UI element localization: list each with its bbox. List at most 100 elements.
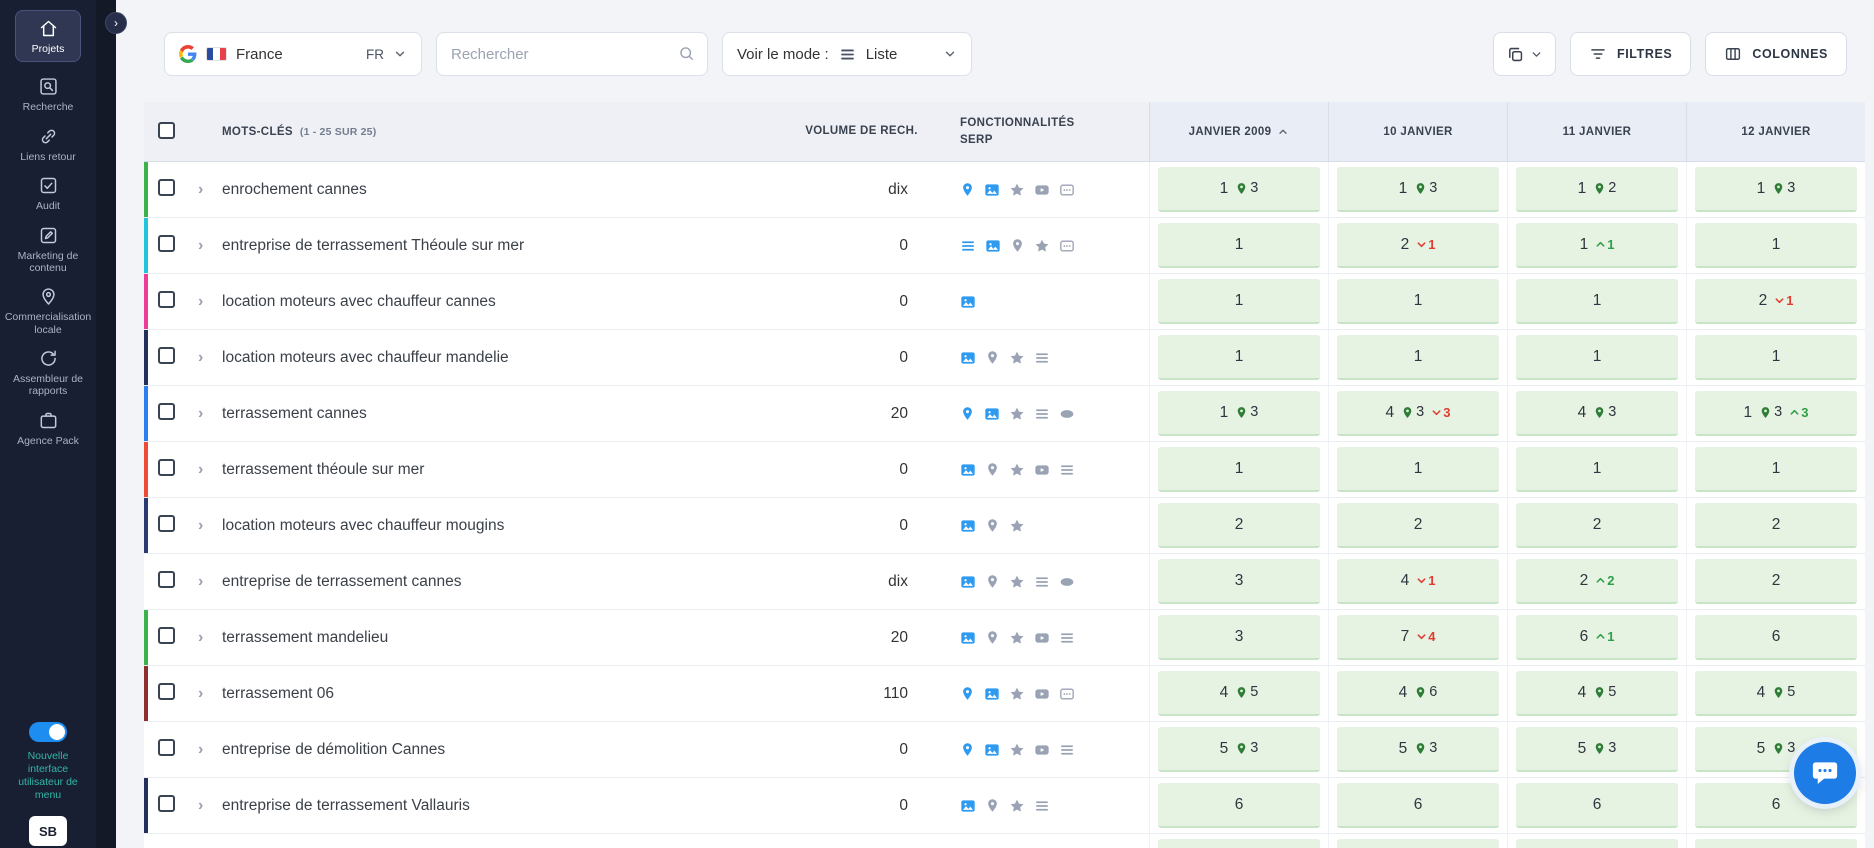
expand-row-chevron[interactable]: › bbox=[192, 181, 203, 198]
search-volume: 20 bbox=[779, 405, 944, 423]
pages-button[interactable] bbox=[1493, 32, 1556, 76]
serp-more-icon[interactable] bbox=[1059, 238, 1075, 254]
position-value: 5 bbox=[1220, 740, 1229, 758]
serp-star-icon bbox=[1009, 406, 1025, 422]
serp-features bbox=[944, 574, 1149, 590]
local-pack-position: 3 bbox=[1235, 181, 1258, 196]
keyword-text[interactable]: terrassement mandelieu bbox=[222, 629, 779, 647]
position-value: 1 bbox=[1235, 236, 1244, 254]
serp-list-icon bbox=[1059, 462, 1075, 478]
filters-button[interactable]: FILTRES bbox=[1570, 32, 1691, 76]
local-pack-position: 3 bbox=[1593, 741, 1616, 756]
row-checkbox[interactable] bbox=[158, 291, 175, 308]
serp-more-icon[interactable] bbox=[1059, 686, 1075, 702]
position-value: 1 bbox=[1399, 180, 1408, 198]
position-value: 2 bbox=[1772, 572, 1781, 590]
expand-row-chevron[interactable]: › bbox=[192, 349, 203, 366]
view-mode-selector[interactable]: Voir le mode : Liste bbox=[722, 32, 972, 76]
serp-list-icon bbox=[1034, 574, 1050, 590]
sidebar-expand-button[interactable]: › bbox=[105, 12, 127, 34]
table-row: › location moteurs avec chauffeur mougins… bbox=[144, 498, 1865, 554]
position-value: 4 bbox=[1399, 684, 1408, 702]
sidebar-item-agence-pack[interactable]: Agence Pack bbox=[6, 410, 90, 447]
toolbar: France FR Voir le mode : Liste bbox=[164, 32, 1847, 76]
row-checkbox[interactable] bbox=[158, 347, 175, 364]
position-cell: 3 bbox=[1158, 615, 1320, 660]
date-header-3[interactable]: 12 JANVIER bbox=[1686, 102, 1865, 161]
expand-row-chevron[interactable]: › bbox=[192, 573, 203, 590]
search-engine-selector[interactable]: France FR bbox=[164, 32, 422, 76]
row-accent-bar bbox=[144, 162, 148, 217]
keyword-text[interactable]: location moteurs avec chauffeur cannes bbox=[222, 293, 779, 311]
keyword-text[interactable]: terrassement théoule sur mer bbox=[222, 461, 779, 479]
expand-row-chevron[interactable]: › bbox=[192, 461, 203, 478]
row-checkbox[interactable] bbox=[158, 571, 175, 588]
expand-row-chevron[interactable]: › bbox=[192, 685, 203, 702]
serp-features bbox=[944, 294, 1149, 310]
position-cell: 45 bbox=[1158, 671, 1320, 716]
expand-row-chevron[interactable]: › bbox=[192, 741, 203, 758]
search-input[interactable] bbox=[436, 32, 708, 76]
columns-button[interactable]: COLONNES bbox=[1705, 32, 1847, 76]
date-header-1[interactable]: 10 JANVIER bbox=[1328, 102, 1507, 161]
date-header-0[interactable]: JANVIER 2009 bbox=[1149, 102, 1328, 161]
keyword-text[interactable]: location moteurs avec chauffeur mandelie bbox=[222, 349, 779, 367]
row-checkbox[interactable] bbox=[158, 459, 175, 476]
keywords-header: MOTS-CLÉS bbox=[222, 126, 293, 138]
new-ui-toggle[interactable] bbox=[29, 722, 67, 742]
local-pack-position: 3 bbox=[1414, 181, 1437, 196]
expand-row-chevron[interactable]: › bbox=[192, 293, 203, 310]
position-value: 5 bbox=[1757, 740, 1766, 758]
sidebar-item-commercialisation-locale[interactable]: Commercialisation locale bbox=[6, 286, 90, 336]
position-cell: 1 bbox=[1695, 335, 1857, 380]
row-checkbox[interactable] bbox=[158, 627, 175, 644]
sidebar-item-projets[interactable]: Projets bbox=[15, 10, 81, 62]
expand-row-chevron[interactable]: › bbox=[192, 797, 203, 814]
expand-row-chevron[interactable]: › bbox=[192, 629, 203, 646]
serp-features bbox=[944, 406, 1149, 422]
keyword-text[interactable]: entreprise de démolition Cannes bbox=[222, 741, 779, 759]
keyword-text[interactable]: enrochement cannes bbox=[222, 181, 779, 199]
expand-row-chevron[interactable]: › bbox=[192, 517, 203, 534]
serp-list-icon bbox=[1034, 406, 1050, 422]
keyword-text[interactable]: terrassement cannes bbox=[222, 405, 779, 423]
position-value: 2 bbox=[1593, 516, 1602, 534]
sidebar-nav: Projets Recherche Liens retour Audit Marketi… bbox=[0, 10, 96, 459]
row-checkbox[interactable] bbox=[158, 235, 175, 252]
sidebar-item-liens-retour[interactable]: Liens retour bbox=[6, 126, 90, 163]
row-checkbox[interactable] bbox=[158, 683, 175, 700]
serp-more-icon[interactable] bbox=[1059, 182, 1075, 198]
reports-icon bbox=[38, 348, 59, 369]
keyword-text[interactable]: entreprise de terrassement Théoule sur m… bbox=[222, 237, 779, 255]
position-cell: 1 bbox=[1337, 279, 1499, 324]
row-checkbox[interactable] bbox=[158, 179, 175, 196]
table-body: ›enrochement cannesdix13131213›entrepris… bbox=[144, 162, 1865, 848]
keyword-text[interactable]: terrassement 06 bbox=[222, 685, 779, 703]
row-checkbox[interactable] bbox=[158, 515, 175, 532]
sidebar-item-audit[interactable]: Audit bbox=[6, 175, 90, 212]
serp-star-icon bbox=[1009, 630, 1025, 646]
columns-label: COLONNES bbox=[1752, 47, 1828, 61]
keyword-text[interactable]: entreprise de terrassement cannes bbox=[222, 573, 779, 591]
row-checkbox[interactable] bbox=[158, 739, 175, 756]
chat-widget-button[interactable] bbox=[1794, 742, 1856, 804]
position-value: 1 bbox=[1220, 180, 1229, 198]
serp-list-icon bbox=[960, 238, 976, 254]
sidebar-item-marketing-de-contenu[interactable]: Marketing de contenu bbox=[6, 225, 90, 275]
serp-list-icon bbox=[1059, 742, 1075, 758]
keyword-text[interactable]: location moteurs avec chauffeur mougins bbox=[222, 517, 779, 535]
row-checkbox[interactable] bbox=[158, 795, 175, 812]
position-cell: 22 bbox=[1516, 559, 1678, 604]
date-header-2[interactable]: 11 JANVIER bbox=[1507, 102, 1686, 161]
select-all-checkbox[interactable] bbox=[158, 122, 175, 139]
expand-row-chevron[interactable]: › bbox=[192, 405, 203, 422]
keyword-text[interactable]: entreprise de terrassement Vallauris bbox=[222, 797, 779, 815]
sidebar-item-assembleur-de-rapports[interactable]: Assembleur de rapports bbox=[6, 348, 90, 398]
serp-image-icon bbox=[960, 462, 976, 478]
user-avatar[interactable]: SB bbox=[29, 816, 67, 846]
expand-row-chevron[interactable]: › bbox=[192, 237, 203, 254]
row-checkbox[interactable] bbox=[158, 403, 175, 420]
position-value: 2 bbox=[1414, 516, 1423, 534]
sidebar-item-recherche[interactable]: Recherche bbox=[6, 76, 90, 113]
position-value: 1 bbox=[1744, 404, 1753, 422]
